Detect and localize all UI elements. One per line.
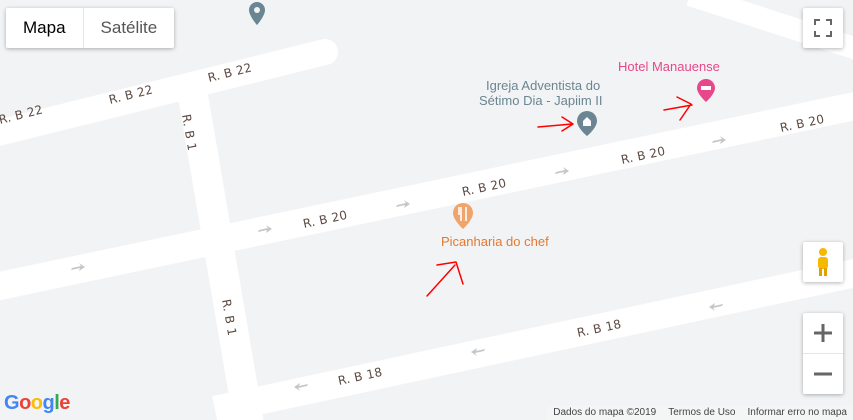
roads [0, 0, 853, 420]
arrow-icon [663, 96, 693, 121]
terms-link[interactable]: Termos de Uso [662, 406, 741, 420]
arrow-icon [537, 116, 574, 132]
plus-icon [814, 324, 832, 342]
restaurant-label: Picanharia do chef [441, 234, 549, 249]
hotel-poi[interactable]: Hotel Manauense [618, 59, 720, 102]
bed-icon [701, 86, 711, 90]
road-b20 [0, 92, 853, 301]
map-type-map-button[interactable]: Mapa [6, 8, 83, 48]
location-pin-icon[interactable] [249, 2, 265, 25]
restaurant-poi[interactable]: Picanharia do chef [441, 203, 549, 249]
restaurant-marker-icon [453, 203, 473, 229]
map-data-attribution: Dados do mapa ©2019 [553, 407, 657, 418]
church-label-line1: Igreja Adventista do [486, 78, 600, 93]
hotel-marker-icon [697, 79, 715, 102]
google-logo-text: Google [4, 392, 70, 414]
fullscreen-button[interactable] [803, 8, 843, 48]
map-type-control: Mapa Satélite [6, 8, 175, 48]
zoom-control [803, 313, 843, 394]
map-canvas[interactable]: R. B 22 R. B 22 R. B 22 R. B 1 R. B 1 R.… [0, 0, 853, 420]
minus-icon [814, 372, 832, 376]
street-view-pegman-button[interactable] [803, 242, 843, 282]
hotel-label: Hotel Manauense [618, 59, 720, 74]
google-logo[interactable]: Google [4, 392, 70, 415]
fullscreen-icon [814, 19, 832, 37]
arrow-icon [426, 261, 464, 297]
pegman-icon [818, 248, 828, 276]
road-b18 [212, 259, 853, 420]
map-base: R. B 22 R. B 22 R. B 22 R. B 1 R. B 1 R.… [0, 0, 853, 420]
report-error-link[interactable]: Informar erro no mapa [742, 406, 853, 420]
road-b22 [0, 39, 338, 146]
zoom-in-button[interactable] [803, 313, 843, 354]
zoom-out-button[interactable] [803, 354, 843, 394]
church-label-line2: Sétimo Dia - Japiim II [479, 93, 603, 108]
map-type-satellite-button[interactable]: Satélite [82, 8, 175, 48]
map-footer: Dados do mapa ©2019 Termos de Uso Inform… [547, 406, 853, 420]
